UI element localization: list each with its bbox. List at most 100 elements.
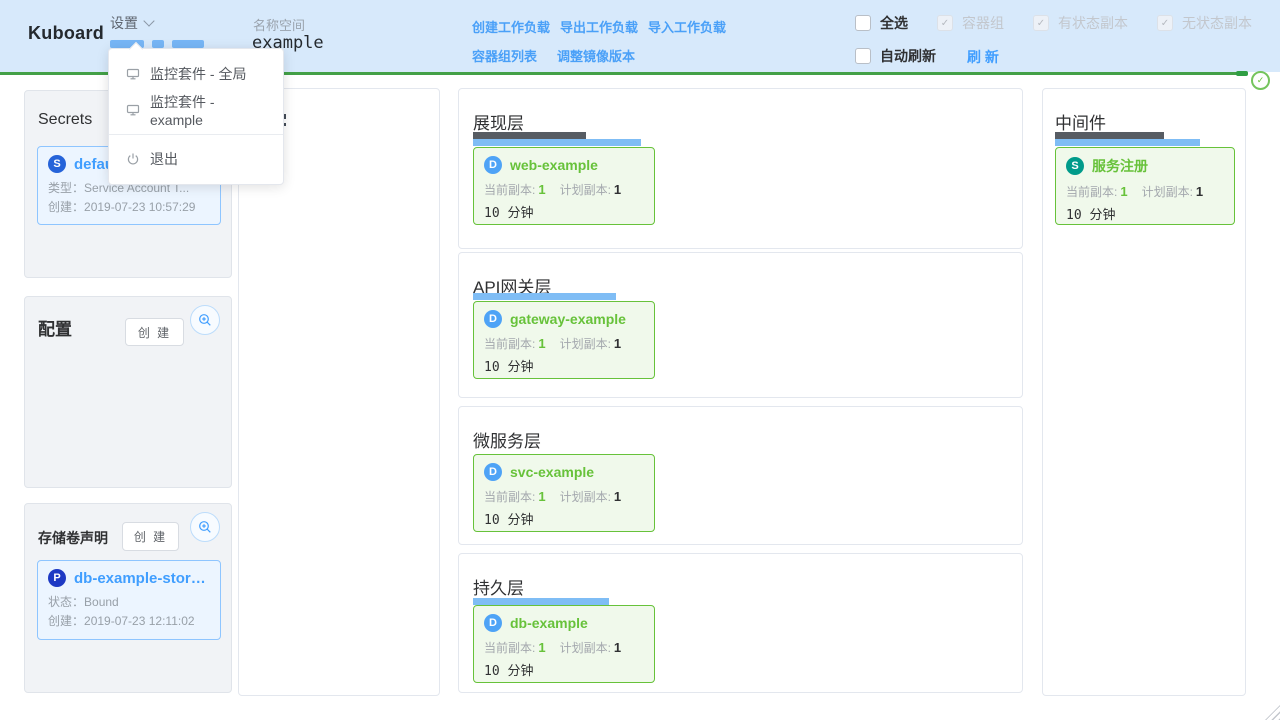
service-badge: S [1066,157,1084,175]
replica-planned: 计划副本:1 [560,335,622,352]
workload-age: 10 分钟 [484,356,644,375]
workload-age: 10 分钟 [484,202,644,221]
checkbox-box [855,15,871,31]
kuboard-workloads-page: Kuboard 设置 名称空间 example 创建工作负载 导出工作负载 导入… [0,0,1280,720]
checkbox-box-checked [1157,15,1173,31]
pvc-meta: 状态：Bound 创建：2019-07-23 12:11:02 [48,593,210,631]
usage-bar-blue [473,598,609,605]
layer-title: 持久层 [473,574,524,599]
replica-current: 当前副本:1 [484,639,546,656]
menu-divider [109,134,283,135]
chevron-down-icon [143,15,154,26]
import-workload-link[interactable]: 导入工作负载 [648,17,726,36]
checkbox-deployment-disabled: 无状态副本 [1157,13,1252,33]
replica-current: 当前副本:1 [484,488,546,505]
replica-current: 当前副本:1 [484,181,546,198]
export-workload-link[interactable]: 导出工作负载 [560,17,638,36]
pvc-badge: P [48,569,66,587]
checkbox-statefulset-disabled: 有状态副本 [1033,13,1128,33]
checkbox-select-all[interactable]: 全选 [855,13,908,33]
config-create-button[interactable]: 创 建 [125,318,184,346]
menu-item-label: 退出 [150,149,178,169]
workload-card-gateway-example[interactable]: D gateway-example 当前副本:1 计划副本:1 10 分钟 [473,301,655,379]
checkbox-label: 容器组 [962,13,1004,33]
workload-card-service-registry[interactable]: S 服务注册 当前副本:1 计划副本:1 10 分钟 [1055,147,1235,225]
settings-label: 设置 [110,13,138,33]
config-zoom-button[interactable] [190,305,220,335]
workload-name: svc-example [510,464,594,480]
config-panel: 配置 创 建 [24,296,232,488]
usage-bar-blue [473,293,616,300]
settings-dropdown-trigger[interactable]: 设置 [110,13,153,33]
workload-card-db-example[interactable]: D db-example 当前副本:1 计划副本:1 10 分钟 [473,605,655,683]
layer-persistence-panel: 持久层 D db-example 当前副本:1 计划副本:1 10 分钟 [458,553,1023,693]
pvc-status-label: 状态： [48,595,84,609]
obscured-link-fragment [152,40,164,48]
resize-handle[interactable] [1265,705,1280,720]
workload-age: 10 分钟 [484,660,644,679]
pvc-created-value: 2019-07-23 12:11:02 [84,614,195,628]
replica-planned: 计划副本:1 [560,488,622,505]
pvc-zoom-button[interactable] [190,512,220,542]
pvc-card-db-example[interactable]: P db-example-stora... 状态：Bound 创建：2019-0… [37,560,221,640]
secret-type-label: 类型： [48,181,84,195]
adjust-image-version-link[interactable]: 调整镜像版本 [557,46,635,65]
pod-list-link[interactable]: 容器组列表 [472,46,537,65]
pvc-create-button[interactable]: 创 建 [122,522,179,551]
workload-name: 服务注册 [1092,156,1148,176]
pvc-name: db-example-stora... [74,570,210,587]
menu-item-monitor-example[interactable]: 监控套件 - example [109,92,283,128]
workload-age: 10 分钟 [484,509,644,528]
magnifier-plus-icon [198,520,212,534]
workload-name: db-example [510,615,588,631]
secret-created-value: 2019-07-23 10:57:29 [84,200,195,214]
usage-bar-blue [1055,139,1200,146]
workload-name: gateway-example [510,311,626,327]
layer-title: 展现层 [473,109,524,134]
magnifier-plus-icon [198,313,212,327]
secrets-panel-title: Secrets [38,111,92,129]
settings-dropdown-menu: 监控套件 - 全局 监控套件 - example 退出 [108,48,284,185]
layer-api-gateway-panel: API网关层 D gateway-example 当前副本:1 计划副本:1 1… [458,252,1023,398]
monitor-icon [126,67,140,81]
middleware-panel: 中间件 S 服务注册 当前副本:1 计划副本:1 10 分钟 [1042,88,1246,696]
page-loaded-check-icon [1251,71,1270,90]
checkbox-box-checked [1033,15,1049,31]
obscured-link-fragment [172,40,204,48]
menu-item-label: 监控套件 - example [150,92,266,128]
checkbox-box-checked [937,15,953,31]
deployment-badge: D [484,614,502,632]
kuboard-logo[interactable]: Kuboard [28,23,104,44]
workload-card-svc-example[interactable]: D svc-example 当前副本:1 计划副本:1 10 分钟 [473,454,655,532]
create-workload-link[interactable]: 创建工作负载 [472,17,550,36]
deployment-badge: D [484,310,502,328]
replica-planned: 计划副本:1 [560,639,622,656]
checkbox-label: 有状态副本 [1058,13,1128,33]
checkbox-auto-refresh[interactable]: 自动刷新 [855,46,936,66]
deployment-badge: D [484,156,502,174]
menu-item-monitor-global[interactable]: 监控套件 - 全局 [109,56,283,92]
namespace-label: 名称空间 [253,15,305,34]
workload-card-web-example[interactable]: D web-example 当前副本:1 计划副本:1 10 分钟 [473,147,655,225]
pvc-panel-title: 存储卷声明 [38,528,108,548]
workload-actions-row1: 创建工作负载 导出工作负载 导入工作负载 [472,17,726,36]
workload-actions-row2: 容器组列表 调整镜像版本 [472,46,635,65]
usage-bar-blue [473,139,641,146]
checkbox-label: 全选 [880,13,908,33]
refresh-link[interactable]: 刷 新 [967,47,999,67]
layer-microservice-panel: 微服务层 D svc-example 当前副本:1 计划副本:1 10 分钟 [458,406,1023,545]
checkbox-label: 无状态副本 [1182,13,1252,33]
menu-item-logout[interactable]: 退出 [109,141,283,177]
monitor-icon [126,103,140,117]
layer-presentation-panel: 展现层 D web-example 当前副本:1 计划副本:1 10 分钟 [458,88,1023,249]
config-panel-title: 配置 [38,315,72,340]
replica-planned: 计划副本:1 [560,181,622,198]
secret-badge: S [48,155,66,173]
checkbox-label: 自动刷新 [880,46,936,66]
layer-title: 微服务层 [473,427,541,452]
page-progress-bar-tip [1236,71,1248,76]
usage-bar-dark [1055,132,1164,139]
replica-current: 当前副本:1 [1066,183,1128,200]
menu-item-label: 监控套件 - 全局 [150,64,246,84]
checkbox-box [855,48,871,64]
